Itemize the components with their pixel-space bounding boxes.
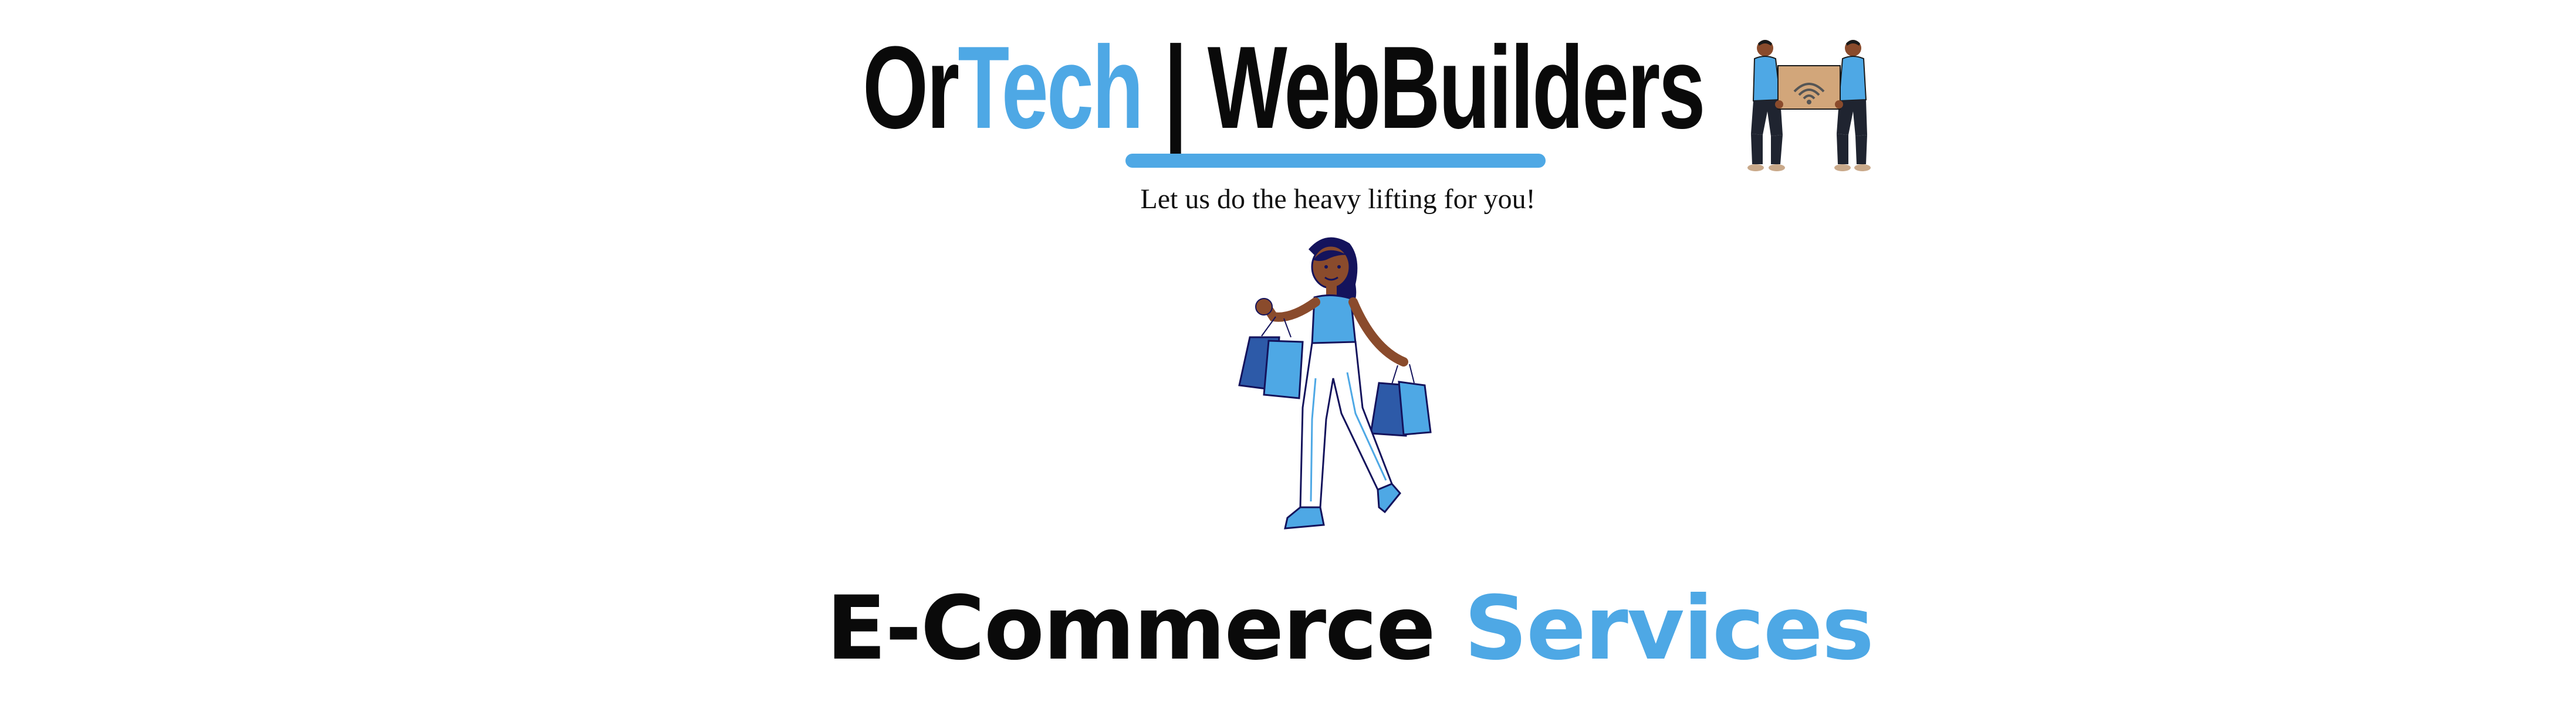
section-heading: E-Commerce Services [0, 581, 2576, 677]
title-underline [1125, 154, 1546, 168]
brand-name-suffix: | WebBuilders [1142, 22, 1705, 153]
shopper-illustration [1238, 237, 1432, 530]
tagline: Let us do the heavy lifting for you! [1140, 184, 1536, 215]
brand-header: OrTech | WebBuilders [0, 23, 2576, 171]
brand-name-accent: Tech [958, 22, 1144, 153]
brand-name-prefix: Or [863, 22, 959, 153]
section-heading-main: E-Commerce [826, 578, 1436, 680]
brand-title: OrTech | WebBuilders [863, 29, 1706, 147]
section-heading-accent: Services [1434, 578, 1874, 680]
movers-icon [1747, 40, 1871, 171]
